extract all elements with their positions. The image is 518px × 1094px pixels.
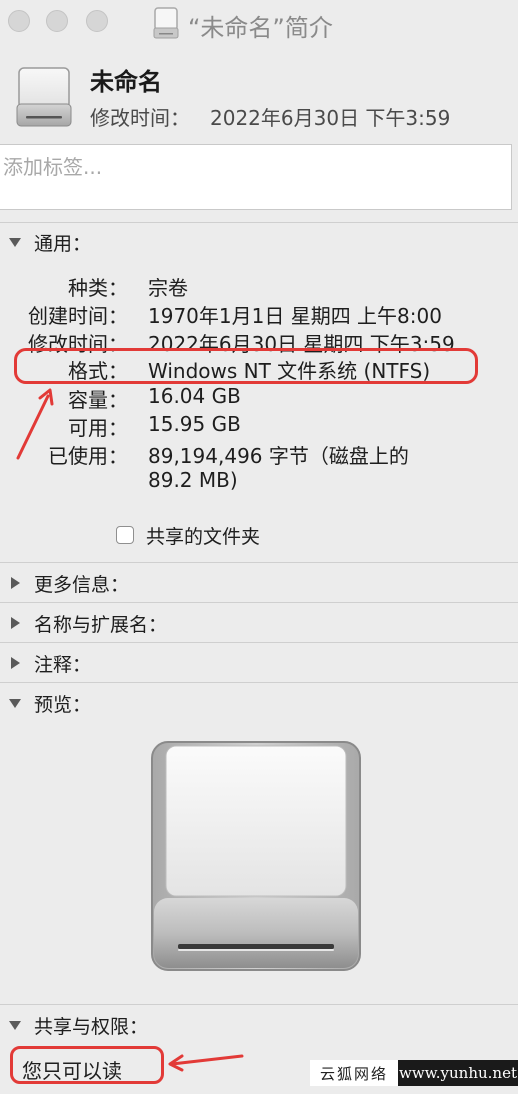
section-preview-label: 预览： bbox=[34, 693, 92, 716]
shared-folder-checkbox-row[interactable]: 共享的文件夹 bbox=[116, 522, 260, 548]
close-button[interactable] bbox=[8, 10, 30, 32]
drive-icon bbox=[16, 67, 72, 127]
disclosure-triangle-right-icon[interactable] bbox=[8, 576, 22, 590]
info-value: 89,194,496 字节（磁盘上的 bbox=[148, 444, 409, 468]
info-header: 未命名 修改时间： 2022年6月30日 下午3:59 bbox=[0, 44, 518, 140]
info-label: 种类： bbox=[68, 276, 128, 300]
section-comments[interactable]: 注释： bbox=[8, 650, 91, 676]
window-title: “未命名”简介 bbox=[188, 14, 333, 42]
info-label: 创建时间： bbox=[28, 304, 128, 328]
divider bbox=[0, 682, 518, 683]
info-value: 宗卷 bbox=[148, 276, 188, 300]
shared-folder-label: 共享的文件夹 bbox=[146, 525, 261, 548]
disclosure-triangle-down-icon[interactable] bbox=[8, 696, 22, 710]
watermark-url: www.yunhu.net bbox=[398, 1060, 518, 1086]
disclosure-triangle-down-icon[interactable] bbox=[8, 1018, 22, 1032]
info-row-available: 可用： 15.95 GB bbox=[0, 412, 518, 440]
section-preview[interactable]: 预览： bbox=[8, 690, 91, 716]
annotation-arrow-icon bbox=[168, 1054, 244, 1072]
info-value: 1970年1月1日 星期四 上午8:00 bbox=[148, 304, 442, 328]
info-row-used-cont: 89.2 MB) bbox=[0, 468, 518, 496]
modified-label: 修改时间： bbox=[90, 106, 190, 130]
disclosure-triangle-right-icon[interactable] bbox=[8, 656, 22, 670]
tags-input[interactable]: 添加标签... bbox=[0, 144, 512, 210]
title-bar: “未命名”简介 bbox=[0, 0, 518, 44]
file-name: 未命名 bbox=[90, 68, 162, 96]
info-row-kind: 种类： 宗卷 bbox=[0, 272, 518, 300]
zoom-button[interactable] bbox=[86, 10, 108, 32]
watermark: 云狐网络 www.yunhu.net bbox=[310, 1060, 518, 1086]
permission-status: 您只可以读 bbox=[10, 1046, 164, 1084]
info-value: 15.95 GB bbox=[148, 412, 241, 436]
info-value: 16.04 GB bbox=[148, 384, 241, 408]
drive-icon bbox=[153, 7, 179, 39]
divider bbox=[0, 562, 518, 563]
section-general[interactable]: 通用： bbox=[8, 229, 91, 255]
section-general-label: 通用： bbox=[34, 232, 92, 255]
info-row-capacity: 容量： 16.04 GB bbox=[0, 384, 518, 412]
disclosure-triangle-right-icon[interactable] bbox=[8, 616, 22, 630]
format-highlight-annotation bbox=[14, 348, 478, 384]
annotation-arrow-icon bbox=[16, 388, 54, 460]
divider bbox=[0, 642, 518, 643]
minimize-button[interactable] bbox=[46, 10, 68, 32]
divider bbox=[0, 602, 518, 603]
drive-preview-icon bbox=[151, 741, 361, 971]
shared-folder-checkbox[interactable] bbox=[116, 526, 134, 544]
info-label: 已使用： bbox=[48, 444, 128, 468]
info-row-used: 已使用： 89,194,496 字节（磁盘上的 bbox=[0, 440, 518, 468]
divider bbox=[0, 222, 518, 223]
section-more-info-label: 更多信息： bbox=[34, 573, 130, 596]
info-row-created: 创建时间： 1970年1月1日 星期四 上午8:00 bbox=[0, 300, 518, 328]
section-name-extension[interactable]: 名称与扩展名： bbox=[8, 610, 167, 636]
modified-value: 2022年6月30日 下午3:59 bbox=[210, 106, 451, 130]
section-name-extension-label: 名称与扩展名： bbox=[34, 613, 168, 636]
watermark-text: 云狐网络 bbox=[310, 1060, 398, 1086]
section-sharing-permissions-label: 共享与权限： bbox=[34, 1015, 149, 1038]
info-label: 可用： bbox=[68, 416, 128, 440]
section-more-info[interactable]: 更多信息： bbox=[8, 570, 129, 596]
section-sharing-permissions[interactable]: 共享与权限： bbox=[8, 1012, 148, 1038]
disclosure-triangle-down-icon[interactable] bbox=[8, 235, 22, 249]
section-comments-label: 注释： bbox=[34, 653, 92, 676]
info-label: 容量： bbox=[68, 388, 128, 412]
divider bbox=[0, 1004, 518, 1005]
info-value: 89.2 MB) bbox=[148, 468, 238, 492]
